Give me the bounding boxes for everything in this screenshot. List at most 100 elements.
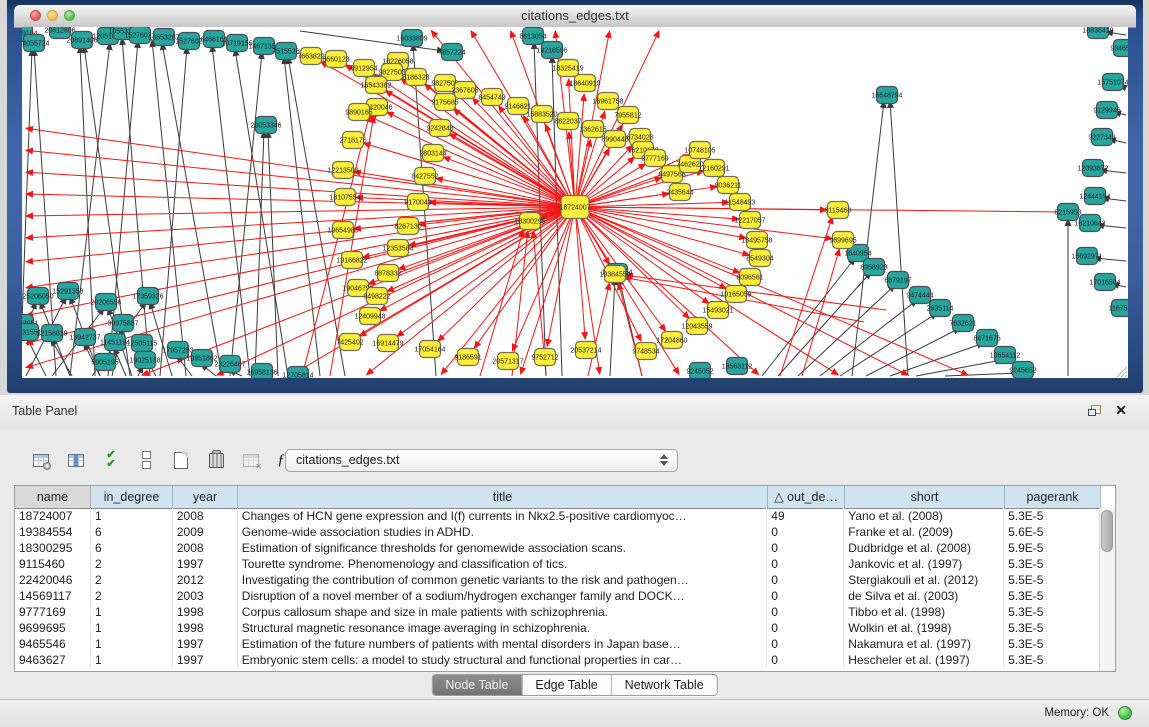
cell-year[interactable]: 2003 xyxy=(173,588,238,604)
network-node[interactable]: 8878332 xyxy=(374,265,401,282)
cell-name[interactable]: 18300295 xyxy=(15,540,91,556)
network-node[interactable]: 9227343 xyxy=(1088,129,1115,146)
cell-pagerank[interactable]: 5.3E-5 xyxy=(1004,620,1100,636)
cell-name[interactable]: 22420046 xyxy=(15,572,91,588)
table-scrollbar[interactable] xyxy=(1099,508,1115,671)
cell-in_degree[interactable]: 1 xyxy=(91,604,173,620)
cell-in_degree[interactable]: 1 xyxy=(91,620,173,636)
cell-out_de[interactable]: 0 xyxy=(767,588,844,604)
network-node[interactable]: 2935114 xyxy=(927,300,954,317)
network-node[interactable]: 1527602 xyxy=(175,33,202,50)
network-node[interactable]: 8822037 xyxy=(554,113,581,130)
network-node[interactable]: 7663822 xyxy=(297,48,324,65)
network-node[interactable]: 1362615 xyxy=(579,121,606,138)
column-header-pagerank[interactable]: pagerank xyxy=(1005,486,1101,508)
table-row[interactable]: 1872400712008Changes of HCN gene express… xyxy=(15,508,1100,524)
network-node[interactable]: 8549304 xyxy=(746,250,773,267)
network-node[interactable]: 15291358 xyxy=(52,283,83,300)
cell-short[interactable]: Dudbridge et al. (2008) xyxy=(844,540,1004,556)
network-node[interactable]: 10654112 xyxy=(990,347,1021,364)
cell-title[interactable]: Genome-wide association studies in ADHD. xyxy=(238,524,768,540)
cell-year[interactable]: 1997 xyxy=(173,652,238,668)
network-node[interactable]: 7955812 xyxy=(614,107,641,124)
network-node[interactable]: 8096561 xyxy=(736,269,763,286)
network-node[interactable]: 2718176 xyxy=(339,132,366,149)
cell-out_de[interactable]: 0 xyxy=(767,604,844,620)
column-header-year[interactable]: year xyxy=(173,486,238,508)
cell-out_de[interactable]: 0 xyxy=(767,652,844,668)
table-row[interactable]: 977716911998Corpus callosum shape and si… xyxy=(15,604,1100,620)
cell-year[interactable]: 1998 xyxy=(173,604,238,620)
network-node[interactable]: 11451194 xyxy=(100,334,130,351)
cell-name[interactable]: 9463627 xyxy=(15,652,91,668)
table-row[interactable]: 969969511998Structural magnetic resonanc… xyxy=(15,620,1100,636)
network-node[interactable]: 8990448 xyxy=(601,131,628,148)
network-node[interactable]: 12093872 xyxy=(1077,160,1108,177)
network-node[interactable]: 16648794 xyxy=(871,87,902,104)
network-node[interactable]: 8660123 xyxy=(322,51,349,68)
cell-title[interactable]: Embryonic stem cells: a model to study s… xyxy=(238,652,768,668)
network-node[interactable]: 8186328 xyxy=(402,69,429,86)
network-node[interactable]: 5905195 xyxy=(91,354,118,371)
network-window-titlebar[interactable]: citations_edges.txt xyxy=(14,5,1136,28)
cell-short[interactable]: Hescheler et al. (1997) xyxy=(844,652,1004,668)
cell-short[interactable]: Nakamura et al. (1997) xyxy=(844,636,1004,652)
network-node[interactable]: 9175685 xyxy=(431,94,458,111)
network-node[interactable]: 12217057 xyxy=(734,212,765,229)
network-node[interactable]: 20206556 xyxy=(90,294,121,311)
cell-out_de[interactable]: 0 xyxy=(767,636,844,652)
table-row[interactable]: 2242004622012Investigating the contribut… xyxy=(15,572,1100,588)
cell-in_degree[interactable]: 1 xyxy=(91,508,173,524)
network-node[interactable]: 11548493 xyxy=(725,194,756,211)
column-header-title[interactable]: title xyxy=(238,486,768,508)
cell-title[interactable]: Tourette syndrome. Phenomenology and cla… xyxy=(238,556,768,572)
network-node[interactable]: 18836419 xyxy=(1082,27,1113,39)
cell-in_degree[interactable]: 1 xyxy=(91,636,173,652)
table-selector-dropdown[interactable]: citations_edges.txt xyxy=(285,449,678,472)
table-row[interactable]: 946362711997Embryonic stem cells: a mode… xyxy=(15,652,1100,668)
cell-short[interactable]: Wolkin et al. (1998) xyxy=(844,620,1004,636)
network-node[interactable]: 18495758 xyxy=(741,232,772,249)
network-node[interactable]: 15692971 xyxy=(1071,248,1102,265)
network-node[interactable]: 16210643 xyxy=(1074,215,1105,232)
table-row[interactable]: 946554611997Estimation of the future num… xyxy=(15,636,1100,652)
tab-edge-table[interactable]: Edge Table xyxy=(521,675,610,695)
cell-pagerank[interactable]: 5.3E-5 xyxy=(1004,556,1100,572)
network-node[interactable]: 18563112 xyxy=(722,358,753,375)
network-node[interactable]: 12505115 xyxy=(127,335,158,352)
cell-year[interactable]: 1997 xyxy=(173,556,238,572)
network-node[interactable]: 9748534 xyxy=(632,343,659,360)
cell-title[interactable]: Investigating the contribution of common… xyxy=(238,572,768,588)
cell-out_de[interactable]: 0 xyxy=(767,556,844,572)
cell-name[interactable]: 9465546 xyxy=(15,636,91,652)
network-node[interactable]: 2803144 xyxy=(419,145,446,162)
column-header-name[interactable]: name xyxy=(15,486,91,508)
float-panel-icon[interactable] xyxy=(1088,405,1101,417)
table-row[interactable]: 1456911722003Disruption of a novel membe… xyxy=(15,588,1100,604)
network-node[interactable]: 16033809 xyxy=(396,30,427,47)
network-node[interactable]: 9890165 xyxy=(345,104,372,121)
cell-in_degree[interactable]: 2 xyxy=(91,588,173,604)
cell-year[interactable]: 1997 xyxy=(173,636,238,652)
cell-pagerank[interactable]: 5.3E-5 xyxy=(1004,636,1100,652)
cell-title[interactable]: Changes of HCN gene expression and I(f) … xyxy=(238,508,768,524)
cell-out_de[interactable]: 0 xyxy=(767,524,844,540)
network-node[interactable]: 19166822 xyxy=(336,252,367,269)
network-node[interactable]: 19025188 xyxy=(129,352,160,369)
network-node[interactable]: 8215953 xyxy=(1054,204,1081,221)
network-node[interactable]: 9245052 xyxy=(686,363,713,379)
cell-name[interactable]: 9777169 xyxy=(15,604,91,620)
table-options-icon[interactable] xyxy=(30,449,52,471)
network-node[interactable]: 17054164 xyxy=(414,341,445,358)
cell-title[interactable]: Disruption of a novel member of a sodium… xyxy=(238,588,768,604)
network-node[interactable]: 9170043 xyxy=(404,194,431,211)
network-node[interactable]: 25206050 xyxy=(22,288,53,305)
scrollbar-thumb[interactable] xyxy=(1101,510,1113,552)
cell-pagerank[interactable]: 5.5E-5 xyxy=(1004,572,1100,588)
network-node[interactable]: 8267130 xyxy=(394,218,421,235)
network-node[interactable]: 9242848 xyxy=(426,120,453,137)
cell-title[interactable]: Estimation of the future numbers of pati… xyxy=(238,636,768,652)
cell-name[interactable]: 14569117 xyxy=(15,588,91,604)
network-node[interactable]: 15493021 xyxy=(702,302,733,319)
cell-year[interactable]: 2009 xyxy=(173,524,238,540)
